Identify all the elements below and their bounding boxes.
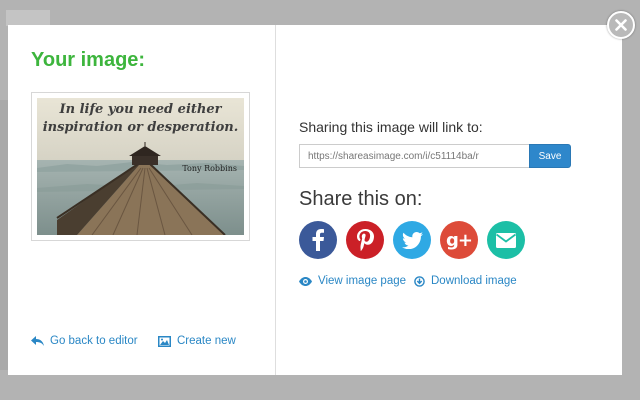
pinterest-share-button[interactable] [346,221,384,259]
eye-icon [299,276,312,286]
close-icon [615,19,627,31]
create-new-link[interactable]: Create new [158,335,236,347]
quote-line-1: In life you need either [59,102,222,117]
image-panel: Your image: In life you need either insp… [8,25,275,375]
share-title: Share this on: [299,188,423,210]
reply-arrow-icon [31,336,44,346]
share-panel: Sharing this image will link to: Save Sh… [276,25,622,375]
email-icon [496,232,516,248]
view-image-page-label: View image page [318,275,407,287]
close-modal-button[interactable] [607,11,635,39]
share-modal: Your image: In life you need either insp… [8,25,622,375]
google-plus-icon: g+ [446,229,473,251]
back-to-editor-link[interactable]: Go back to editor [31,335,138,347]
quote-author: Tony Robbins [182,164,237,173]
facebook-icon [312,229,324,251]
download-image-label: Download image [431,275,517,287]
view-image-page-link[interactable]: View image page [299,275,406,287]
back-to-editor-label: Go back to editor [50,335,138,347]
quote-line-2: inspiration or desperation. [42,120,239,135]
quote-text: In life you need either inspiration or d… [37,101,244,137]
facebook-share-button[interactable] [299,221,337,259]
download-image-link[interactable]: Download image [414,275,517,287]
pinterest-icon [357,229,374,251]
download-circle-icon [414,275,425,287]
twitter-share-button[interactable] [393,221,431,259]
background-tab [6,10,50,26]
google-plus-share-button[interactable]: g+ [440,221,478,259]
background-panel [0,100,8,370]
image-preview: In life you need either inspiration or d… [31,92,250,241]
twitter-icon [401,231,423,249]
email-share-button[interactable] [487,221,525,259]
your-image-heading: Your image: [31,49,146,71]
save-button[interactable]: Save [529,144,571,168]
create-new-label: Create new [177,335,236,347]
share-url-input[interactable] [299,144,530,168]
sharing-link-label: Sharing this image will link to: [299,119,483,135]
picture-icon [158,335,171,347]
